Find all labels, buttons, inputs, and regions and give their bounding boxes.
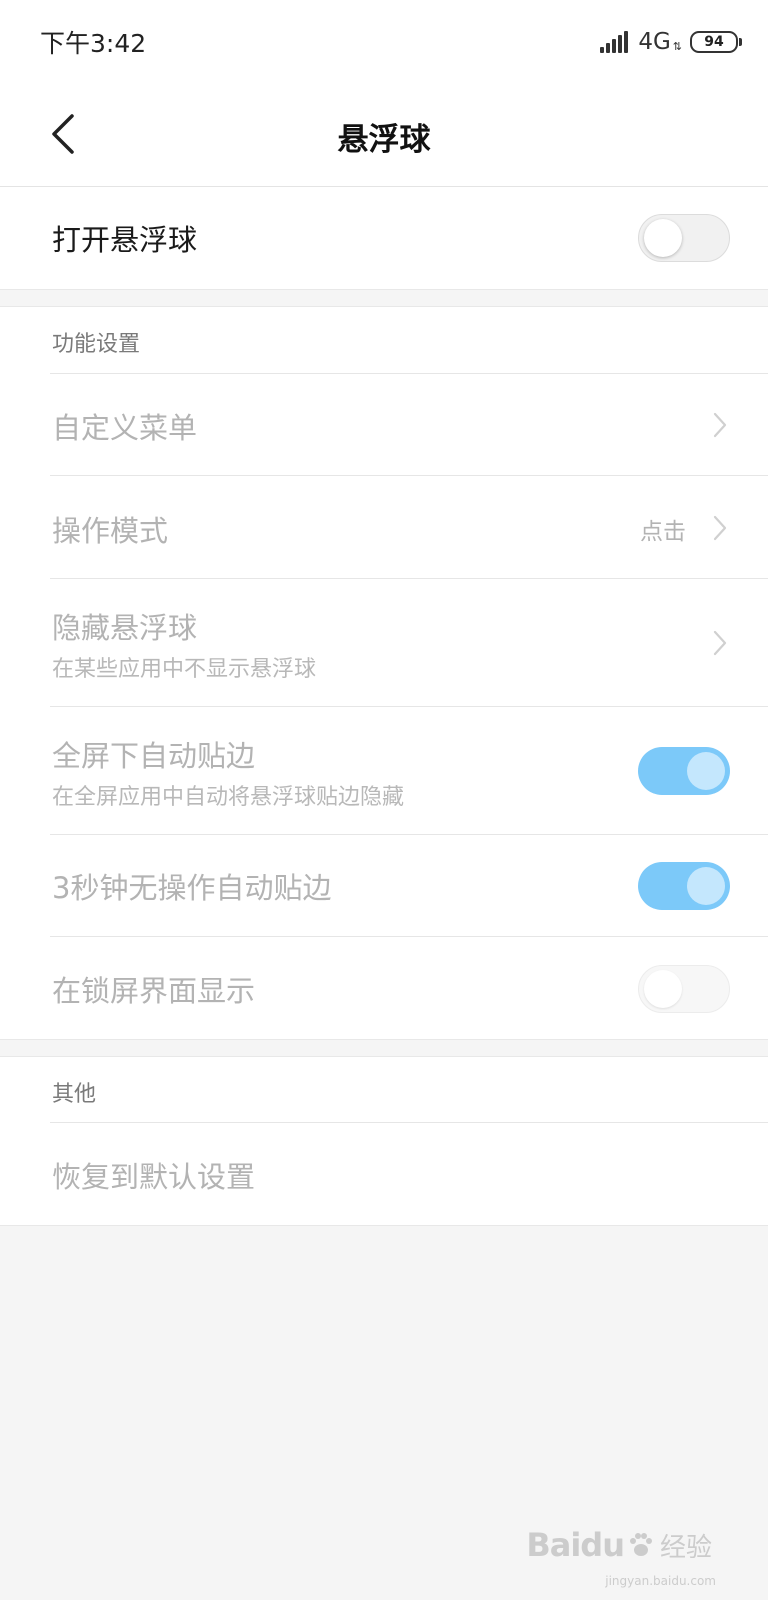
idle-auto-edge-toggle[interactable] bbox=[638, 862, 730, 910]
watermark-url: jingyan.baidu.com bbox=[605, 1574, 716, 1588]
hide-floating-ball-label: 隐藏悬浮球 bbox=[52, 611, 198, 645]
data-arrows-icon: ⇅ bbox=[672, 39, 682, 53]
fullscreen-auto-edge-toggle[interactable] bbox=[638, 747, 730, 795]
open-floating-ball-toggle[interactable] bbox=[638, 214, 730, 262]
chevron-right-icon bbox=[713, 630, 727, 656]
toggle-knob bbox=[687, 867, 725, 905]
idle-auto-edge-row: 3秒钟无操作自动贴边 bbox=[0, 835, 768, 937]
paw-icon bbox=[629, 1533, 652, 1556]
idle-auto-edge-label: 3秒钟无操作自动贴边 bbox=[52, 871, 332, 905]
chevron-right-icon bbox=[713, 412, 727, 438]
status-indicators: 4G ⇅ 94 bbox=[598, 26, 742, 58]
lock-screen-display-row: 在锁屏界面显示 bbox=[0, 937, 768, 1039]
restore-default-row[interactable]: 恢复到默认设置 bbox=[0, 1123, 768, 1225]
fullscreen-auto-edge-sublabel: 在全屏应用中自动将悬浮球贴边隐藏 bbox=[52, 785, 405, 810]
function-section-header-row: 功能设置 bbox=[0, 307, 768, 374]
title-bar: 悬浮球 bbox=[0, 84, 768, 187]
page-title: 悬浮球 bbox=[337, 122, 431, 158]
status-time: 下午3:42 bbox=[40, 29, 147, 58]
section-header-function: 功能设置 bbox=[52, 332, 141, 357]
function-settings-card: 功能设置 自定义菜单 操作模式 点击 隐藏悬浮球 在某些应用中不显示悬浮球 全屏… bbox=[0, 306, 768, 1040]
hide-floating-ball-row[interactable]: 隐藏悬浮球 在某些应用中不显示悬浮球 bbox=[0, 579, 768, 707]
other-settings-card: 其他 恢复到默认设置 bbox=[0, 1056, 768, 1226]
operation-mode-label: 操作模式 bbox=[52, 514, 169, 548]
network-type: 4G bbox=[638, 29, 671, 55]
custom-menu-row[interactable]: 自定义菜单 bbox=[0, 374, 768, 476]
chevron-right-icon bbox=[713, 515, 727, 541]
lock-screen-display-label: 在锁屏界面显示 bbox=[52, 974, 256, 1008]
battery-icon: 94 bbox=[690, 31, 742, 53]
signal-icon bbox=[598, 31, 629, 53]
toggle-knob bbox=[644, 219, 682, 257]
section-header-other: 其他 bbox=[52, 1082, 97, 1107]
main-toggle-card: 打开悬浮球 bbox=[0, 187, 768, 290]
open-floating-ball-label: 打开悬浮球 bbox=[52, 223, 198, 257]
operation-mode-value: 点击 bbox=[640, 519, 686, 545]
watermark-logo: Baidu bbox=[526, 1526, 625, 1564]
other-section-header-row: 其他 bbox=[0, 1057, 768, 1123]
restore-default-label: 恢复到默认设置 bbox=[52, 1160, 256, 1194]
fullscreen-auto-edge-label: 全屏下自动贴边 bbox=[52, 739, 256, 773]
status-bar: 下午3:42 4G ⇅ 94 bbox=[0, 0, 768, 84]
watermark-product: 经验 bbox=[659, 1532, 712, 1563]
open-floating-ball-row[interactable]: 打开悬浮球 bbox=[0, 187, 768, 289]
fullscreen-auto-edge-row: 全屏下自动贴边 在全屏应用中自动将悬浮球贴边隐藏 bbox=[0, 707, 768, 835]
operation-mode-row[interactable]: 操作模式 点击 bbox=[0, 476, 768, 579]
toggle-knob bbox=[687, 752, 725, 790]
toggle-knob bbox=[644, 970, 682, 1008]
baidu-jingyan-watermark: Baidu 经验 bbox=[526, 1526, 712, 1564]
custom-menu-label: 自定义菜单 bbox=[52, 411, 198, 445]
hide-floating-ball-sublabel: 在某些应用中不显示悬浮球 bbox=[52, 657, 317, 682]
lock-screen-display-toggle[interactable] bbox=[638, 965, 730, 1013]
battery-level: 94 bbox=[704, 34, 724, 50]
